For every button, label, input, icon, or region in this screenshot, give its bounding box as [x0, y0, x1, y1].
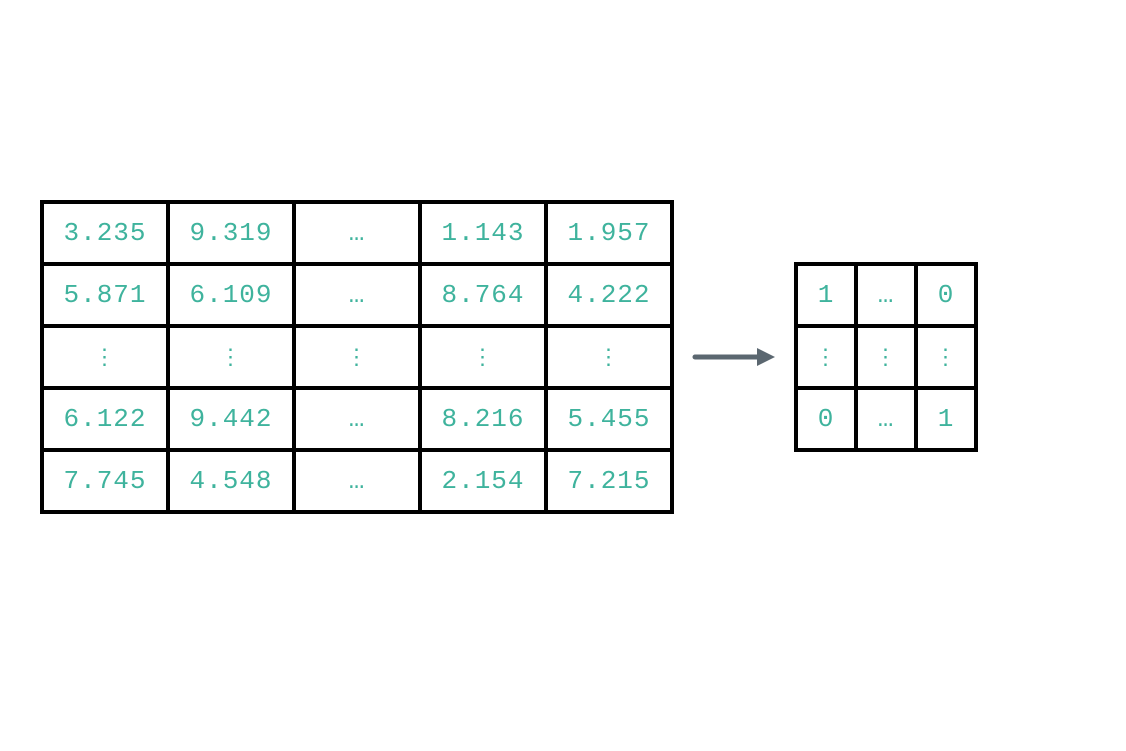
- matrix-cell: 5.455: [546, 388, 672, 450]
- matrix-cell: …: [294, 202, 420, 264]
- matrix-cell: ⋮: [42, 326, 168, 388]
- matrix-cell: …: [294, 388, 420, 450]
- table-row: 6.122 9.442 … 8.216 5.455: [42, 388, 672, 450]
- matrix-cell: …: [294, 450, 420, 512]
- matrix-cell: 3.235: [42, 202, 168, 264]
- matrix-cell: 8.216: [420, 388, 546, 450]
- matrix-cell: 2.154: [420, 450, 546, 512]
- matrix-cell: ⋮: [796, 326, 856, 388]
- table-row: 3.235 9.319 … 1.143 1.957: [42, 202, 672, 264]
- matrix-cell: ⋮: [546, 326, 672, 388]
- matrix-cell: …: [856, 388, 916, 450]
- table-row: 0 … 1: [796, 388, 976, 450]
- matrix-cell: 4.222: [546, 264, 672, 326]
- matrix-cell: 8.764: [420, 264, 546, 326]
- matrix-cell: 0: [796, 388, 856, 450]
- transform-arrow: [674, 342, 794, 372]
- table-row: ⋮ ⋮ ⋮: [796, 326, 976, 388]
- matrix-cell: 1.957: [546, 202, 672, 264]
- matrix-cell: 0: [916, 264, 976, 326]
- matrix-cell: 6.122: [42, 388, 168, 450]
- matrix-cell: 5.871: [42, 264, 168, 326]
- matrix-cell: ⋮: [420, 326, 546, 388]
- input-matrix: 3.235 9.319 … 1.143 1.957 5.871 6.109 … …: [40, 200, 674, 514]
- matrix-cell: …: [856, 264, 916, 326]
- matrix-cell: 1: [916, 388, 976, 450]
- table-row: 1 … 0: [796, 264, 976, 326]
- matrix-cell: 7.215: [546, 450, 672, 512]
- output-matrix: 1 … 0 ⋮ ⋮ ⋮ 0 … 1: [794, 262, 978, 452]
- matrix-cell: 4.548: [168, 450, 294, 512]
- matrix-cell: 1.143: [420, 202, 546, 264]
- matrix-cell: 9.442: [168, 388, 294, 450]
- matrix-cell: 9.319: [168, 202, 294, 264]
- diagram-canvas: 3.235 9.319 … 1.143 1.957 5.871 6.109 … …: [0, 0, 1126, 751]
- matrix-cell: ⋮: [856, 326, 916, 388]
- table-row: 7.745 4.548 … 2.154 7.215: [42, 450, 672, 512]
- table-row: ⋮ ⋮ ⋮ ⋮ ⋮: [42, 326, 672, 388]
- matrix-cell: ⋮: [168, 326, 294, 388]
- matrix-cell: …: [294, 264, 420, 326]
- table-row: 5.871 6.109 … 8.764 4.222: [42, 264, 672, 326]
- matrix-cell: ⋮: [294, 326, 420, 388]
- arrow-right-icon: [689, 342, 779, 372]
- matrix-cell: 7.745: [42, 450, 168, 512]
- matrix-cell: 1: [796, 264, 856, 326]
- matrix-cell: ⋮: [916, 326, 976, 388]
- matrix-cell: 6.109: [168, 264, 294, 326]
